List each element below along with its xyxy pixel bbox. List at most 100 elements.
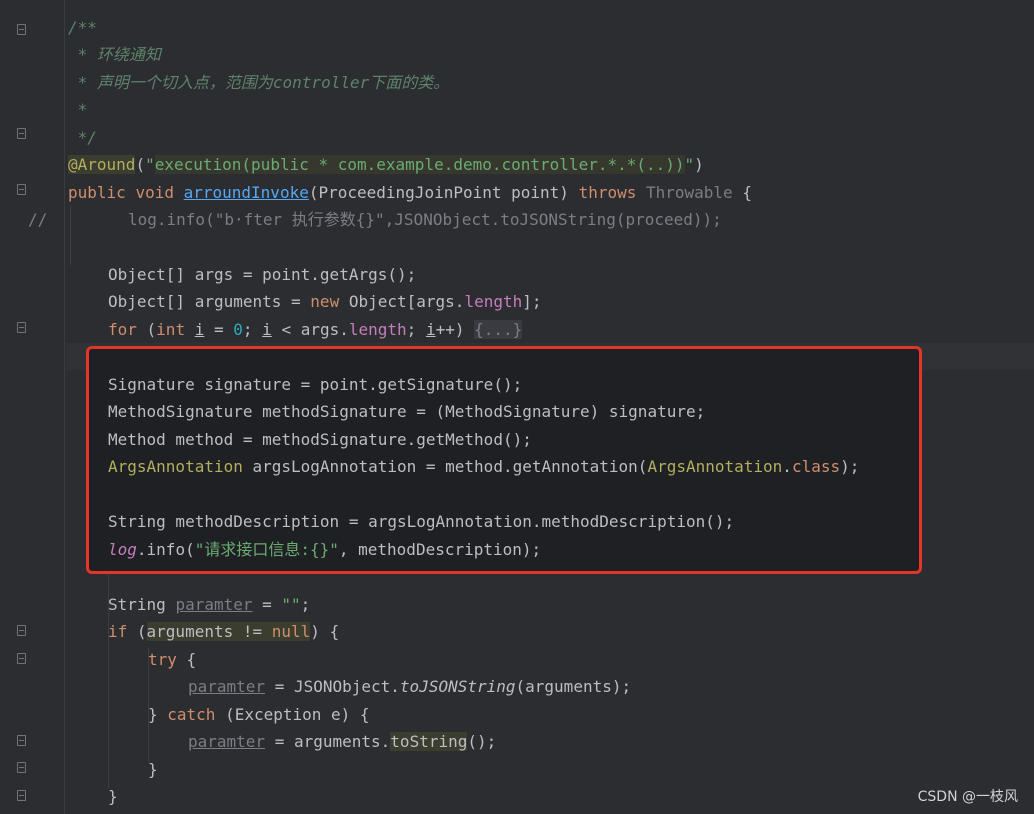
code-line: log.info("请求接口信息:{}", methodDescription)… [108,536,541,563]
fold-toggle-icon[interactable] [17,735,26,746]
fold-toggle-icon[interactable] [17,790,26,801]
keyword-token: catch [167,705,216,724]
doc-comment: /** [68,18,97,37]
code-line: } [148,756,158,783]
statement: ( [127,622,147,641]
brace: } [148,760,158,779]
variable-token: i [262,320,272,339]
statement: < args. [271,320,349,339]
field-token: length [464,292,523,311]
code-line: String methodDescription = argsLogAnnota… [108,508,734,535]
code-line: * [68,96,88,123]
code-line: ArgsAnnotation argsLogAnnotation = metho… [108,453,859,480]
doc-comment: * 声明一个切入点，范围为controller下面的类。 [68,73,450,92]
fold-toggle-icon[interactable] [17,625,26,636]
keyword-token: void [135,183,174,202]
code-line: Object[] arguments = new Object[args.len… [108,288,542,315]
statement: , methodDescription); [338,540,542,559]
statement: ; [242,320,263,339]
code-line: MethodSignature methodSignature = (Metho… [108,398,705,425]
statement: Object[] arguments = [108,292,311,311]
code-line: log.info("b·fter 执行参数{}",JSONObject.toJS… [128,206,722,233]
statement: ; [300,595,311,614]
code-line: * 环绕通知 [68,41,161,68]
paren: ) [694,155,704,174]
variable-token: paramter [188,732,266,751]
annotation-token: @Around [68,155,136,174]
statement: String [108,595,176,614]
field-token: length [348,320,407,339]
fold-toggle-icon[interactable] [17,762,26,773]
statement: .info( [136,540,195,559]
params: (ProceedingJoinPoint point) [308,183,579,202]
gutter-separator [64,0,65,814]
class-token: ArgsAnnotation [647,457,783,476]
code-editor[interactable]: /** * 环绕通知 * 声明一个切入点，范围为controller下面的类。 … [0,0,1034,814]
statement: MethodSignature methodSignature = (Metho… [108,402,706,421]
fold-toggle-icon[interactable] [17,24,26,35]
keyword-token: int [156,320,186,339]
doc-comment: * 环绕通知 [68,45,161,64]
keyword-token: try [148,650,177,669]
statement: Method method = methodSignature.getMetho… [108,430,532,449]
keyword-token: new [310,292,340,311]
variable-token: paramter [175,595,253,614]
code-line: Object[] args = point.getArgs(); [108,261,416,288]
fold-toggle-icon[interactable] [17,128,26,139]
statement: ( [136,320,157,339]
quote: " [145,155,155,174]
statement: ++) [435,320,475,339]
doc-comment: */ [68,128,97,147]
keyword-token: throws [578,183,637,202]
keyword-token: if [108,622,128,641]
keyword-token: for [108,320,137,339]
statement: ); [840,457,860,476]
code-line: Method method = methodSignature.getMetho… [108,426,532,453]
code-line: if (arguments != null) { [108,618,339,645]
editor-gutter [0,0,56,814]
code-line: Signature signature = point.getSignature… [108,371,522,398]
fold-toggle-icon[interactable] [17,184,26,195]
brace: } [108,787,118,806]
statement: ]; [522,292,542,311]
statement: (); [467,732,497,751]
statement: (Exception e) { [215,705,370,724]
statement: = [204,320,234,339]
method-token: toJSONString [399,677,516,696]
code-line: public void arroundInvoke(ProceedingJoin… [68,179,752,206]
class-token: ArgsAnnotation [108,457,243,476]
statement: argsLogAnnotation = method.getAnnotation… [242,457,648,476]
statement: Object[args. [339,292,465,311]
code-line: } catch (Exception e) { [148,701,370,728]
line-comment-marker: // [28,210,48,229]
doc-comment: * [68,100,88,119]
statement: = [252,595,282,614]
statement: String methodDescription = argsLogAnnota… [108,512,735,531]
code-line: /** [68,14,97,41]
string-token: execution(public * com.example.demo.cont… [154,155,685,174]
quote: " [684,155,695,174]
statement: = arguments. [265,732,391,751]
statement: . [782,457,792,476]
statement: Signature signature = point.getSignature… [108,375,523,394]
statement: } [148,705,168,724]
statement: { [176,650,197,669]
string-token: "" [281,595,301,614]
code-line: try { [148,646,196,673]
code-line: @Around("execution(public * com.example.… [68,151,704,178]
keyword-token: null [271,622,311,641]
commented-code: log.info("b·fter 执行参数{}",JSONObject.toJS… [128,210,722,229]
code-line: String paramter = ""; [108,591,310,618]
keyword-token: class [791,457,841,476]
code-line: paramter = arguments.toString(); [188,728,496,755]
fold-toggle-icon[interactable] [17,653,26,664]
indent-guide [70,205,71,265]
field-token: log [108,540,137,559]
folded-block[interactable]: {...} [474,320,523,339]
statement: Object[] args = point.getArgs(); [108,265,417,284]
fold-expand-icon[interactable] [17,322,26,333]
code-line: } [108,783,118,810]
method-name: arroundInvoke [183,183,309,202]
keyword-token: public [68,183,126,202]
watermark: CSDN @一枝风 [917,789,1018,805]
